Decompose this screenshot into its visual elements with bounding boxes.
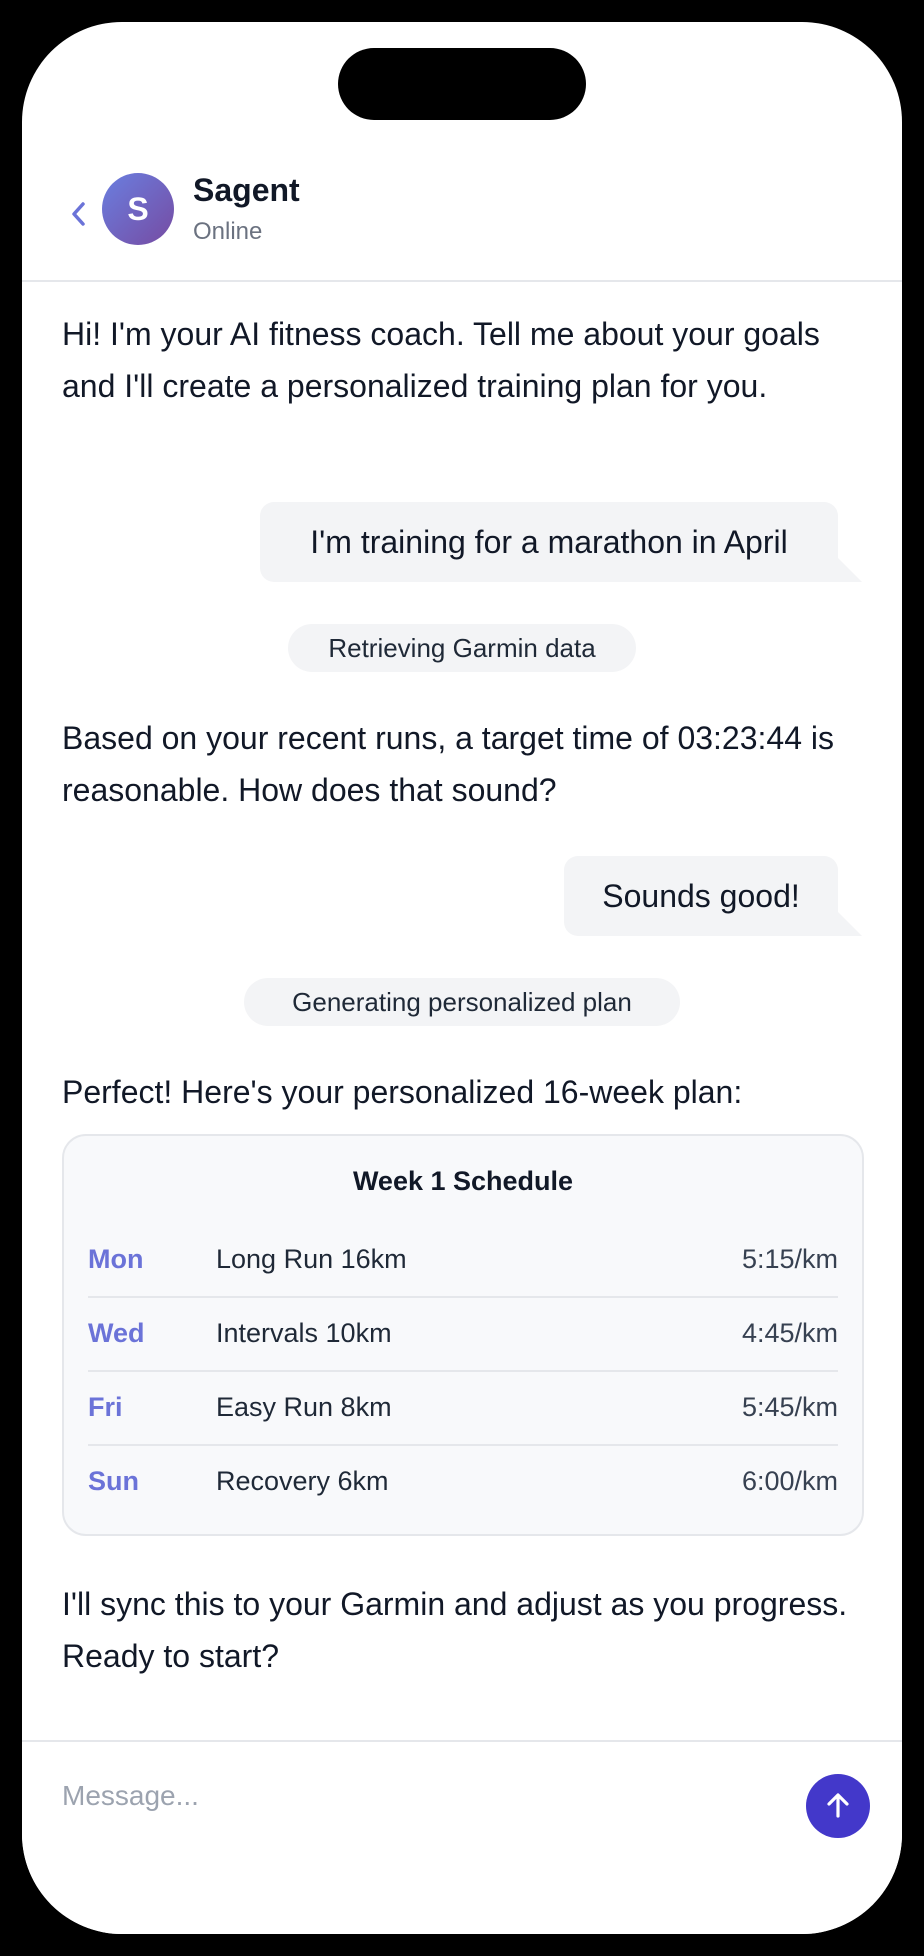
user-message-text: Sounds good!	[602, 877, 800, 914]
user-message: I'm training for a marathon in April	[260, 502, 862, 582]
chevron-left-icon	[72, 202, 85, 226]
schedule-workout: Intervals 10km	[216, 1318, 392, 1348]
schedule-workout: Recovery 6km	[216, 1466, 389, 1496]
ai-message: I'll sync this to your Garmin and adjust…	[62, 1586, 848, 1674]
status-indicator: Retrieving Garmin data	[288, 624, 636, 672]
schedule-pace: 4:45/km	[741, 1318, 838, 1348]
schedule-pace: 6:00/km	[741, 1466, 838, 1496]
contact-name: Sagent	[193, 172, 300, 208]
schedule-card: Week 1 Schedule Mon Long Run 16km 5:15/k…	[62, 1134, 864, 1536]
schedule-row: Sun Recovery 6km 6:00/km	[88, 1444, 838, 1518]
contact-status: Online	[193, 218, 263, 245]
schedule-workout: Long Run 16km	[216, 1244, 407, 1274]
user-message-text: I'm training for a marathon in April	[310, 523, 788, 560]
status-indicator: Generating personalized plan	[244, 978, 680, 1026]
schedule-pace: 5:45/km	[741, 1392, 838, 1422]
schedule-row: Fri Easy Run 8km 5:45/km	[88, 1370, 838, 1446]
dynamic-island	[338, 48, 586, 120]
bubble-tail	[838, 558, 862, 582]
ai-message: Perfect! Here's your personalized 16-wee…	[62, 1074, 743, 1110]
schedule-pace: 5:15/km	[741, 1244, 838, 1274]
schedule-title: Week 1 Schedule	[352, 1166, 574, 1196]
schedule-row: Mon Long Run 16km 5:15/km	[88, 1222, 838, 1298]
avatar[interactable]: S	[102, 173, 174, 245]
schedule-row: Wed Intervals 10km 4:45/km	[88, 1296, 838, 1372]
back-button[interactable]	[58, 194, 98, 234]
phone-frame: S Sagent Online Hi! I'm your AI fitness …	[0, 0, 924, 1956]
schedule-workout: Easy Run 8km	[216, 1392, 392, 1422]
message-composer	[22, 1740, 902, 1934]
message-input[interactable]	[62, 1764, 802, 1828]
bubble-tail	[838, 912, 862, 936]
schedule-day: Mon	[88, 1244, 144, 1274]
ai-message: Based on your recent runs, a target time…	[62, 720, 834, 808]
chat-header: S Sagent Online	[22, 152, 902, 282]
arrow-up-icon	[827, 1793, 849, 1818]
schedule-day: Sun	[88, 1466, 139, 1496]
ai-message: Hi! I'm your AI fitness coach. Tell me a…	[62, 316, 820, 404]
schedule-day: Fri	[88, 1392, 123, 1422]
chat-screen: S Sagent Online Hi! I'm your AI fitness …	[22, 22, 902, 1934]
user-message: Sounds good!	[564, 856, 862, 936]
send-button[interactable]	[806, 1774, 870, 1838]
schedule-day: Wed	[88, 1318, 145, 1348]
